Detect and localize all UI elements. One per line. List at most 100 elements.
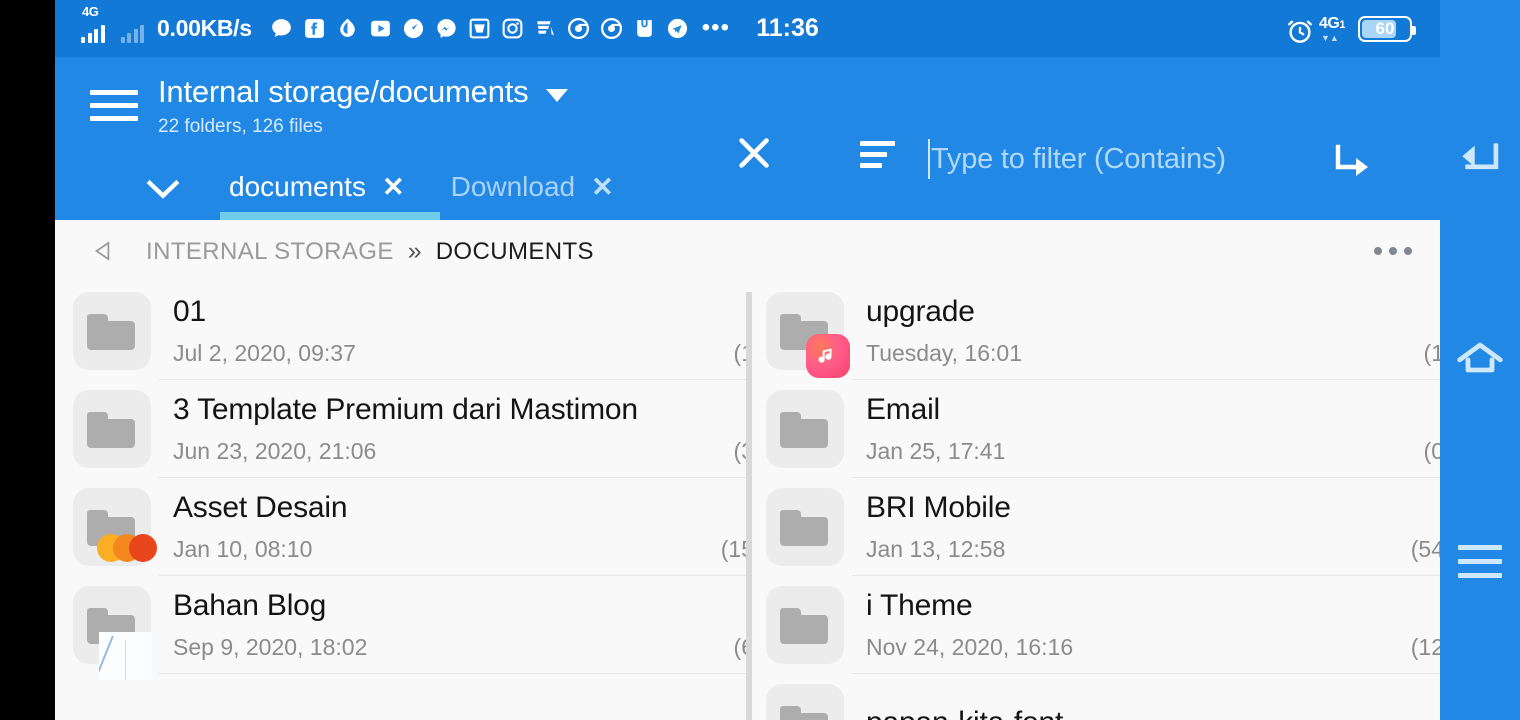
chrome-icon: [566, 16, 591, 41]
file-size: (1: [1423, 340, 1440, 366]
list-item[interactable]: 3 Template Premium dari Mastimon Jun 23,…: [55, 380, 746, 478]
page-title: Internal storage/documents: [158, 73, 529, 109]
folder-icon: [73, 292, 151, 370]
music-note-icon: [806, 334, 850, 378]
signal-strength-icon: 4G: [81, 4, 105, 43]
file-name: BRI Mobile: [866, 491, 1011, 524]
back-icon[interactable]: [1457, 138, 1503, 183]
file-size: (12: [1410, 634, 1440, 660]
tab-close-icon[interactable]: ✕: [382, 173, 405, 201]
left-letterbox: [0, 0, 55, 720]
tabs-row: documents ✕ Download ✕: [55, 154, 1440, 220]
bag-icon: [632, 16, 657, 41]
file-pane-right: upgrade Tuesday, 16:01 (1 Email Jan 25, …: [752, 282, 1440, 720]
folder-icon: [73, 390, 151, 468]
content-area: INTERNAL STORAGE » DOCUMENTS 01 Jul 2, 2…: [55, 220, 1440, 720]
tab-label: Download: [450, 171, 576, 202]
battery-indicator: 60: [1358, 15, 1416, 42]
file-date: Jun 23, 2020, 21:06: [173, 438, 377, 464]
list-item[interactable]: 01 Jul 2, 2020, 09:37 (1: [55, 282, 746, 380]
file-name: upgrade: [866, 295, 975, 328]
chevron-down-icon[interactable]: [546, 89, 569, 102]
list-item[interactable]: i Theme Nov 24, 2020, 16:16 (12: [752, 576, 1440, 674]
tabs-expand-icon[interactable]: [143, 167, 183, 207]
messenger-icon: [434, 16, 459, 41]
status-overflow-icon: •••: [701, 14, 730, 42]
file-name: 01: [173, 295, 206, 328]
file-name: Bahan Blog: [173, 589, 327, 622]
row-divider: [159, 673, 746, 674]
list-item[interactable]: Bahan Blog Sep 9, 2020, 18:02 (6: [55, 576, 746, 680]
breadcrumb-back-icon[interactable]: [88, 236, 118, 266]
telegram-icon: [665, 16, 690, 41]
page-subtitle: 22 folders, 126 files: [158, 115, 323, 137]
folder-thumbnail-badge: [99, 632, 151, 680]
status-bar: 4G 0.00KB/s ••• 11:36 4G1 ▼▲ 60: [55, 0, 1520, 57]
folder-thumbnail-badge: [97, 528, 157, 568]
status-bar-left: 4G 0.00KB/s •••: [55, 4, 730, 43]
facebook-icon: [302, 16, 327, 41]
folder-icon: [73, 586, 151, 680]
file-date: Nov 24, 2020, 16:16: [866, 634, 1074, 660]
play-icon: [368, 16, 393, 41]
chat-bubble-icon: [269, 16, 294, 41]
file-size: (0: [1423, 438, 1440, 464]
folder-icon: [766, 586, 844, 664]
drop-icon: [335, 16, 360, 41]
breadcrumb-root[interactable]: INTERNAL STORAGE: [146, 238, 394, 266]
status-bar-right: 4G1 ▼▲ 60: [1285, 0, 1416, 57]
file-pane-left: 01 Jul 2, 2020, 09:37 (1 3 Template Prem…: [55, 282, 746, 720]
app-bar: Internal storage/documents 22 folders, 1…: [55, 57, 1457, 220]
signal-strength-secondary-icon: [120, 23, 144, 43]
tab-close-icon[interactable]: ✕: [591, 173, 614, 201]
file-date: Jan 10, 08:10: [173, 536, 313, 562]
breadcrumb-more-icon[interactable]: [1374, 247, 1412, 255]
folder-icon: [766, 684, 844, 720]
breadcrumb-items: INTERNAL STORAGE » DOCUMENTS: [146, 237, 594, 266]
folder-icon: [73, 488, 157, 566]
file-date: Jul 2, 2020, 09:37: [173, 340, 356, 366]
folder-icon: [766, 390, 844, 468]
file-name: 3 Template Premium dari Mastimon: [173, 393, 638, 426]
folder-icon: [766, 292, 850, 378]
file-name: Email: [866, 393, 941, 426]
file-size: (6: [733, 634, 746, 660]
notification-icons: [269, 16, 690, 41]
breadcrumb-separator: »: [407, 236, 422, 265]
title-block: Internal storage/documents 22 folders, 1…: [158, 73, 569, 138]
file-size: (15: [720, 536, 746, 562]
data-network-icon: 4G1 ▼▲: [1319, 14, 1345, 43]
file-size: (1: [733, 340, 746, 366]
file-name: papan-kita-font: [866, 706, 1440, 720]
file-date: Tuesday, 16:01: [866, 340, 1022, 366]
menu-icon[interactable]: [90, 88, 138, 124]
shopee-icon: [467, 16, 492, 41]
shopping-icon: [533, 16, 558, 41]
file-size: (54: [1410, 536, 1440, 562]
breadcrumb-current[interactable]: DOCUMENTS: [436, 238, 594, 266]
list-item[interactable]: Email Jan 25, 17:41 (0: [752, 380, 1440, 478]
tab-documents[interactable]: documents ✕: [229, 154, 405, 220]
recents-icon[interactable]: [1458, 545, 1502, 578]
file-name: i Theme: [866, 589, 973, 622]
instagram-icon: [500, 16, 525, 41]
list-item[interactable]: Asset Desain Jan 10, 08:10 (15: [55, 478, 746, 576]
list-item[interactable]: BRI Mobile Jan 13, 12:58 (54: [752, 478, 1440, 576]
speedometer-icon: [401, 16, 426, 41]
tab-download[interactable]: Download ✕: [451, 154, 614, 220]
network-type-label: 4G: [82, 3, 99, 19]
file-date: Jan 25, 17:41: [866, 438, 1006, 464]
file-date: Jan 13, 12:58: [866, 536, 1006, 562]
alarm-clock-icon: [1285, 16, 1312, 43]
list-item[interactable]: papan-kita-font: [752, 674, 1440, 720]
file-panes: 01 Jul 2, 2020, 09:37 (1 3 Template Prem…: [55, 282, 1440, 720]
breadcrumb: INTERNAL STORAGE » DOCUMENTS: [55, 220, 1440, 282]
list-item[interactable]: upgrade Tuesday, 16:01 (1: [752, 282, 1440, 380]
chrome-icon-2: [599, 16, 624, 41]
system-nav-bar: [1440, 0, 1520, 720]
home-icon[interactable]: [1456, 340, 1504, 381]
tab-label: documents: [229, 171, 366, 202]
file-size: (3: [733, 438, 746, 464]
file-date: Sep 9, 2020, 18:02: [173, 634, 368, 660]
network-speed-label: 0.00KB/s: [157, 15, 252, 41]
